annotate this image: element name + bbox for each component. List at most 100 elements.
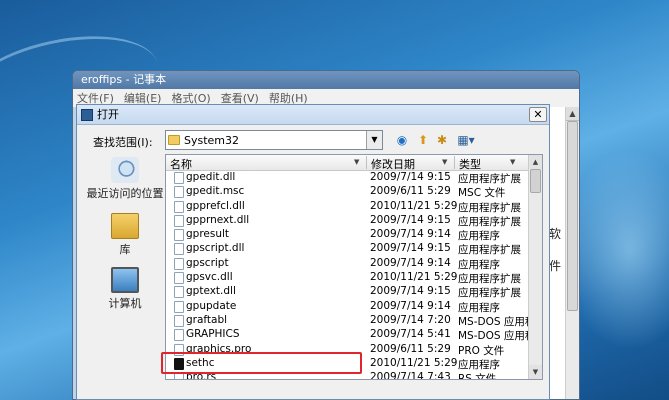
file-icon <box>174 272 184 285</box>
sethc-highlight-box <box>161 352 362 374</box>
file-name: gpscript.dll <box>186 242 245 255</box>
file-type: 应用程序扩展 <box>458 215 521 228</box>
file-row[interactable]: gpprefcl.dll 2010/11/21 5:29 应用程序扩展 <box>166 200 530 214</box>
notepad-scrollbar[interactable]: ▲ <box>565 107 579 399</box>
file-icon <box>174 186 184 199</box>
look-in-value: System32 <box>184 133 240 147</box>
chevron-down-icon[interactable]: ▼ <box>366 131 382 149</box>
scroll-thumb[interactable] <box>530 169 541 193</box>
scroll-thumb[interactable] <box>567 121 578 311</box>
file-name: gpedit.dll <box>186 171 236 183</box>
folder-icon <box>168 135 180 145</box>
file-name: gpprnext.dll <box>186 213 250 226</box>
file-date: 2009/7/14 9:15 <box>370 171 451 183</box>
file-name: gpprefcl.dll <box>186 199 245 212</box>
file-icon <box>174 172 184 184</box>
place-recent[interactable]: 最近访问的位置 <box>85 157 165 201</box>
back-icon[interactable]: ◉ <box>393 132 411 148</box>
file-type: 应用程序扩展 <box>458 287 521 300</box>
file-date: 2009/7/14 7:43 <box>370 371 451 380</box>
file-type: 应用程序扩展 <box>458 244 521 257</box>
file-name: gptext.dll <box>186 285 236 298</box>
computer-icon <box>111 267 139 293</box>
file-row[interactable]: gpupdate 2009/7/14 9:14 应用程序 <box>166 300 530 314</box>
file-list[interactable]: 名称 ▼ 修改日期 ▼ 类型 ▼ gpedit.dll 2009/7/14 9:1… <box>165 154 543 380</box>
file-type: 应用程序扩展 <box>458 173 521 185</box>
column-date[interactable]: 修改日期 <box>371 156 415 172</box>
look-in-label: 查找范围(I): <box>93 136 153 149</box>
file-type: 应用程序 <box>458 230 500 243</box>
place-computer[interactable]: 计算机 <box>85 267 165 311</box>
list-header: 名称 ▼ 修改日期 ▼ 类型 ▼ <box>166 155 530 171</box>
file-date: 2009/7/14 7:20 <box>370 313 451 326</box>
place-label: 库 <box>119 243 131 256</box>
file-icon <box>174 300 184 313</box>
file-list-scrollbar[interactable]: ▲ ▼ <box>528 155 542 379</box>
file-date: 2009/7/14 9:15 <box>370 242 451 255</box>
new-folder-icon[interactable]: ✱ <box>433 132 451 148</box>
place-label: 计算机 <box>108 297 142 310</box>
file-name: gpresult <box>186 228 230 241</box>
file-date: 2009/7/14 9:15 <box>370 213 451 226</box>
file-icon <box>174 243 184 256</box>
scroll-up-arrow-icon[interactable]: ▲ <box>566 107 579 121</box>
library-icon <box>111 213 139 239</box>
file-row[interactable]: graftabl 2009/7/14 7:20 MS-DOS 应用程序 <box>166 313 542 328</box>
scroll-up-arrow-icon[interactable]: ▲ <box>529 155 542 169</box>
sort-dropdown-icon[interactable]: ▼ <box>442 158 447 166</box>
file-row[interactable]: gpsvc.dll 2010/11/21 5:29 应用程序扩展 <box>166 271 530 285</box>
file-date: 2009/6/11 5:29 <box>370 342 451 355</box>
places-bar: 最近访问的位置 库 计算机 <box>85 155 165 395</box>
file-row[interactable]: GRAPHICS 2009/7/14 5:41 MS-DOS 应用程序 <box>166 328 542 342</box>
dialog-title: 打开 <box>97 107 119 121</box>
place-library[interactable]: 库 <box>85 213 165 257</box>
scroll-down-arrow-icon[interactable]: ▼ <box>529 365 542 379</box>
file-date: 2010/11/21 5:29 <box>370 271 458 284</box>
file-name: gpscript <box>186 256 229 269</box>
file-name: gpedit.msc <box>186 185 245 198</box>
column-type[interactable]: 类型 <box>459 156 481 172</box>
file-date: 2009/7/14 9:14 <box>370 228 451 241</box>
file-date: 2009/6/11 5:29 <box>370 185 451 198</box>
file-date: 2009/7/14 9:14 <box>370 256 451 269</box>
dialog-titlebar[interactable]: 打开 <box>77 105 549 125</box>
file-name: graftabl <box>186 313 228 326</box>
file-row[interactable]: gptext.dll 2009/7/14 9:15 应用程序扩展 <box>166 285 530 299</box>
file-type: 应用程序扩展 <box>458 273 521 286</box>
column-divider[interactable] <box>454 156 455 169</box>
file-row[interactable]: gpresult 2009/7/14 9:14 应用程序 <box>166 228 530 242</box>
file-name: GRAPHICS <box>186 328 240 341</box>
file-row[interactable]: gpedit.dll 2009/7/14 9:15 应用程序扩展 <box>166 171 530 185</box>
column-name[interactable]: 名称 <box>170 156 192 172</box>
file-row[interactable]: gpscript.dll 2009/7/14 9:15 应用程序扩展 <box>166 242 530 256</box>
file-type: RS 文件 <box>458 373 497 380</box>
file-icon <box>174 257 184 270</box>
file-row[interactable]: gpprnext.dll 2009/7/14 9:15 应用程序扩展 <box>166 214 530 228</box>
sort-dropdown-icon[interactable]: ▼ <box>510 158 515 166</box>
file-date: 2009/7/14 9:14 <box>370 299 451 312</box>
file-row[interactable]: gpedit.msc 2009/6/11 5:29 MSC 文件 <box>166 185 530 199</box>
notepad-app-icon <box>81 108 93 121</box>
sort-dropdown-icon[interactable]: ▼ <box>354 158 359 166</box>
look-in-combobox[interactable]: System32 ▼ <box>165 130 383 150</box>
place-label: 最近访问的位置 <box>86 187 164 200</box>
file-row[interactable]: gpscript 2009/7/14 9:14 应用程序 <box>166 257 530 271</box>
file-icon <box>174 286 184 299</box>
desktop: { "notepad": { "title": "eroffips - 记事本"… <box>0 0 669 400</box>
file-date: 2009/7/14 9:15 <box>370 285 451 298</box>
file-icon <box>174 229 184 242</box>
file-rows: gpedit.dll 2009/7/14 9:15 应用程序扩展 gpedit.ms… <box>166 171 542 380</box>
column-divider[interactable] <box>366 156 367 169</box>
view-menu-icon[interactable]: ▦▾ <box>455 132 477 148</box>
close-button[interactable]: ✕ <box>529 107 547 122</box>
file-type: 应用程序扩展 <box>458 201 521 214</box>
notepad-text-char: 软 <box>548 227 561 241</box>
file-type: 应用程序 <box>458 358 500 371</box>
file-type: 应用程序 <box>458 258 500 271</box>
file-type: PRO 文件 <box>458 344 505 357</box>
notepad-text-char: 件 <box>548 259 561 273</box>
file-name: gpsvc.dll <box>186 271 233 284</box>
file-name: gpupdate <box>186 299 237 312</box>
up-folder-icon[interactable]: ⬆ <box>414 132 432 148</box>
notepad-title[interactable]: eroffips - 记事本 <box>73 71 579 89</box>
